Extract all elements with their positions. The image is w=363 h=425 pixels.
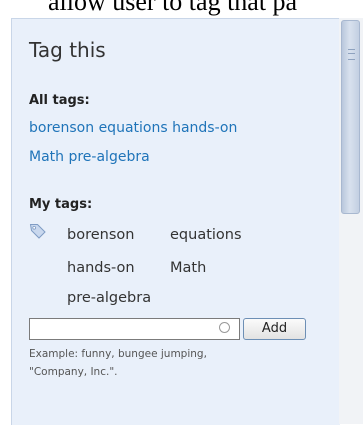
- panel-title: Tag this: [29, 38, 106, 62]
- vertical-scrollbar[interactable]: [339, 18, 363, 424]
- all-tags-label: All tags:: [29, 93, 90, 108]
- tag-input[interactable]: [29, 318, 240, 340]
- scrollbar-grip-icon: [348, 49, 355, 60]
- background-document-text: allow user to tag that pa: [48, 0, 298, 16]
- my-tag-math[interactable]: Math: [170, 260, 206, 276]
- tag-icon: [29, 222, 47, 240]
- my-tag-pre-algebra[interactable]: pre-algebra: [67, 290, 151, 306]
- loading-spinner-icon: [219, 322, 230, 333]
- my-tag-hands-on[interactable]: hands-on: [67, 260, 135, 276]
- example-hint-line-2: "Company, Inc.".: [29, 366, 118, 378]
- my-tag-borenson[interactable]: borenson: [67, 227, 134, 243]
- tag-this-panel: [11, 18, 340, 425]
- add-tag-button[interactable]: Add: [243, 318, 306, 340]
- my-tag-equations[interactable]: equations: [170, 227, 242, 243]
- my-tags-label: My tags:: [29, 197, 93, 212]
- scrollbar-thumb[interactable]: [341, 20, 360, 214]
- all-tags-line-1[interactable]: borenson equations hands-on: [29, 120, 237, 136]
- example-hint-line-1: Example: funny, bungee jumping,: [29, 348, 207, 360]
- all-tags-line-2[interactable]: Math pre-algebra: [29, 149, 150, 165]
